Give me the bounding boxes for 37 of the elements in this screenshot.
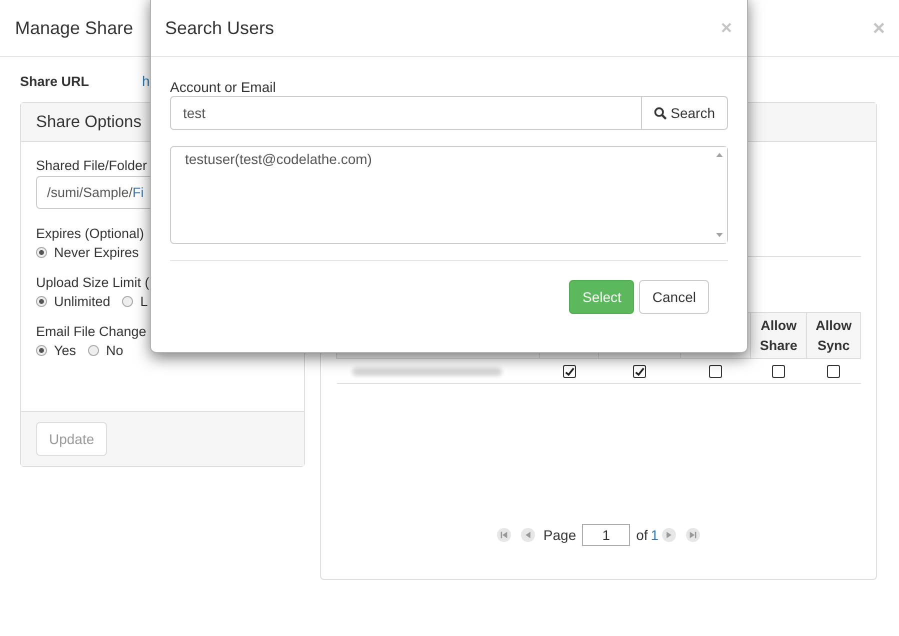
radio-option[interactable]: L: [122, 294, 148, 309]
dialog-title: Manage Share: [15, 18, 134, 38]
previous-page-icon[interactable]: [521, 528, 536, 542]
field-label: Account or Email: [170, 79, 277, 95]
result-item[interactable]: testuser(test@codelathe.com): [185, 151, 697, 167]
option-label: Email File Change: [36, 324, 148, 339]
option-label: Upload Size Limit (: [36, 275, 150, 290]
share-url-label: Share URL: [20, 74, 90, 88]
dialog-title: Search Users: [165, 18, 274, 39]
option-label: Expires (Optional): [36, 226, 146, 241]
panel-title: Share Options: [36, 112, 142, 132]
account-input-field[interactable]: test: [170, 96, 642, 130]
radio-option[interactable]: Yes: [36, 343, 76, 358]
page-input[interactable]: 1: [582, 524, 630, 546]
next-page-icon[interactable]: [662, 528, 676, 542]
search-icon: [654, 106, 667, 120]
last-page-icon[interactable]: [686, 528, 700, 542]
checkbox[interactable]: [633, 365, 646, 378]
radio-option[interactable]: No: [88, 343, 124, 358]
search-button[interactable]: Search: [642, 96, 728, 130]
total-pages: 1: [650, 527, 659, 543]
scroll-up-icon[interactable]: [716, 152, 722, 157]
radio-option[interactable]: Never Expires: [36, 245, 139, 260]
share-url-link[interactable]: h: [142, 73, 150, 89]
column-header: Allow Sync: [806, 312, 860, 358]
cancel-button[interactable]: Cancel: [639, 280, 709, 314]
checkbox[interactable]: [562, 365, 576, 378]
checkbox[interactable]: [827, 365, 840, 378]
checkbox[interactable]: [772, 365, 786, 378]
column-header: Allow Share: [750, 312, 807, 358]
page-label: Page: [543, 527, 576, 543]
first-page-icon[interactable]: [497, 528, 512, 542]
scroll-down-icon[interactable]: [716, 233, 722, 238]
results-list[interactable]: testuser(test@codelathe.com): [170, 146, 728, 244]
page-of-label: of: [636, 527, 648, 543]
radio-option[interactable]: Unlimited: [36, 294, 110, 309]
checkbox[interactable]: [709, 365, 722, 378]
